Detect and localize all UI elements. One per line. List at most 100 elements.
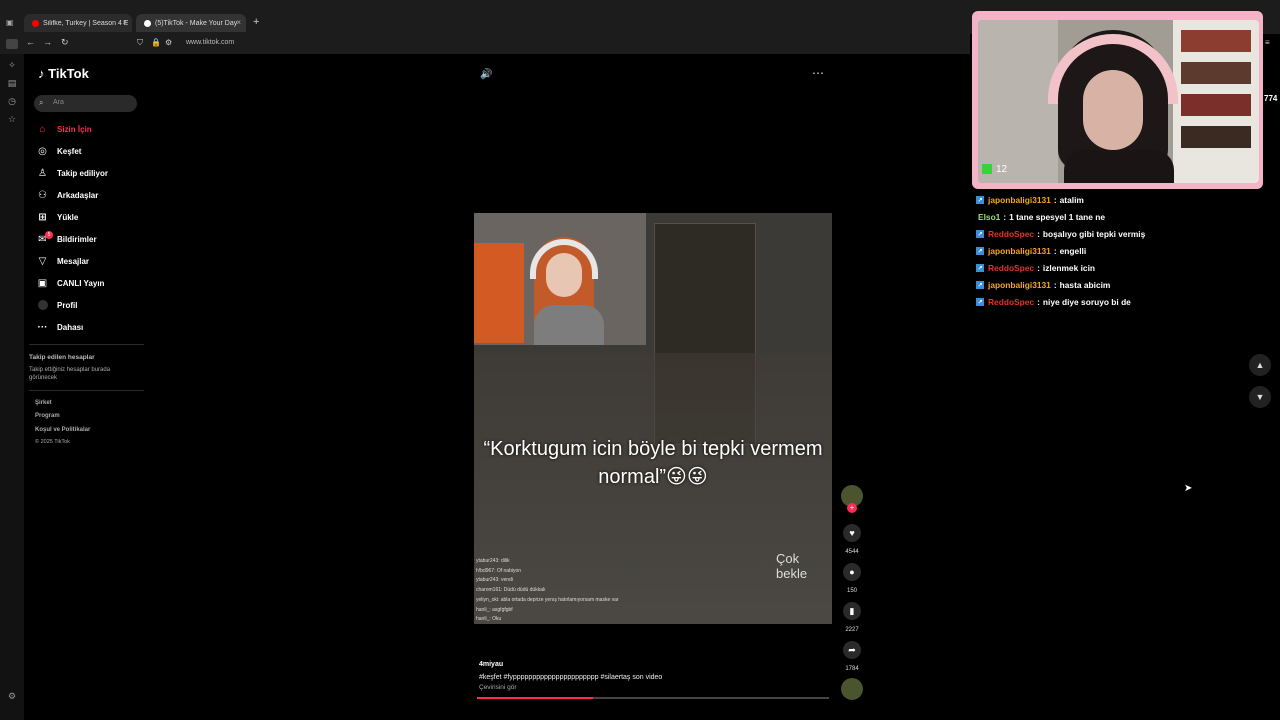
tabs-icon[interactable]: ▤ [6,77,18,89]
books [1181,126,1251,148]
side-number: 774 [1264,94,1278,103]
browser-side-rail [0,54,24,720]
comment-icon: ● [849,567,855,577]
nav-item-profile[interactable]: Profil [37,297,77,313]
translate-link[interactable]: Çevirisini gör [479,684,517,691]
nav-label: Yükle [57,212,79,222]
mouse-cursor: ➤ [1184,483,1193,494]
youtube-icon [32,19,39,27]
video-chat-overlay: ytabur243: dilik h!bd967: Of nabiyon yta… [476,557,619,624]
close-tab-icon[interactable]: × [122,18,127,27]
avatar-icon [37,300,48,311]
nav-item-live[interactable]: ▣ CANLI Yayın [37,275,105,291]
search-input[interactable] [34,95,137,112]
video-chat-line: charom161: Düdü düdü dükkalı [476,587,546,594]
lock-icon[interactable]: 🔒 [151,38,161,47]
chat-user: japonbaligi3131 [988,246,1051,256]
footer-link-program[interactable]: Program [35,413,60,419]
chat-text: izlenmek icin [1042,263,1096,273]
video-chat-line: hanli_: asgfgfgbf [476,606,513,613]
streamer-headset [1048,34,1178,104]
forward-icon[interactable]: → [43,37,52,47]
comment-button[interactable]: ● [843,563,861,581]
home-icon: ⌂ [39,123,46,135]
next-video-button[interactable]: ▼ [1249,386,1271,408]
logo-text: TikTok [48,66,89,81]
previous-video-button[interactable]: ▲ [1249,354,1271,376]
nav-item-friends[interactable]: ⚇ Arkadaşlar [37,187,98,203]
footer-link-terms[interactable]: Koşul ve Politikalar [35,427,90,433]
chevron-down-icon: ▼ [1255,392,1265,402]
close-tab-icon[interactable]: × [236,18,241,27]
following-icon: ♙ [38,167,47,179]
url-text[interactable]: www.tiktok.com [186,39,234,46]
menu-icon[interactable]: ≡ [1265,38,1270,47]
heart-icon: ♥ [849,528,855,538]
copyright: © 2025 TikTok [35,439,70,445]
permissions-icon[interactable]: ⚙ [165,38,172,47]
chat-user: japonbaligi3131 [988,195,1051,205]
video-caption: “Korktugum icin böyle bi tepki vermem no… [483,438,823,488]
chat-badge-icon: ↗ [976,247,984,255]
upload-icon: ⊞ [38,211,47,223]
gaming-chair [474,243,524,343]
search-icon: ⌕ [39,98,44,107]
like-button[interactable]: ♥ [843,524,861,542]
ai-icon[interactable]: ✧ [6,59,18,71]
followed-note: Takip ettiğiniz hesaplar burada görünece… [29,367,111,381]
follow-plus-icon[interactable]: + [847,503,857,513]
nav-label: Arkadaşlar [57,190,99,200]
divider [29,344,144,345]
music-disc-icon[interactable] [841,678,863,700]
bookmark-icon[interactable]: ☆ [6,113,18,125]
chat-badge-icon: ↗ [976,230,984,238]
nav-label: CANLI Yayın [57,278,105,288]
chat-user: Elso1 [978,212,1001,222]
chevron-up-icon: ▲ [1255,360,1265,370]
video-author[interactable]: 4miyau [479,661,503,668]
nav-item-messages[interactable]: ▽ Mesajlar [37,253,89,269]
nav-label: Profil [57,300,78,310]
more-options-icon[interactable]: ⋯ [812,66,824,80]
workspace-icon[interactable]: ▣ [6,18,14,27]
save-count: 2227 [845,627,859,633]
nav-item-following[interactable]: ♙ Takip ediliyor [37,165,108,181]
footer-link-company[interactable]: Şirket [35,400,52,406]
nav-item-upload[interactable]: ⊞ Yükle [37,209,78,225]
search-placeholder: Ara [53,99,64,106]
shield-icon[interactable]: ⛉ [137,38,143,48]
history-icon[interactable]: ◷ [6,95,18,107]
video-player[interactable]: “Korktugum icin böyle bi tepki vermem no… [474,213,832,624]
new-tab-icon[interactable]: + [253,16,259,28]
nav-item-for-you[interactable]: ⌂ Sizin İçin [37,121,91,137]
compass-icon: ◎ [38,145,47,157]
save-button[interactable]: ▮ [843,602,861,620]
share-button[interactable]: ➦ [843,641,861,659]
video-streamer-cam [474,213,646,345]
tab-tiktok[interactable]: (5)TikTok - Make Your Day × [136,14,246,32]
address-bar [0,34,970,54]
nav-item-explore[interactable]: ◎ Keşfet [37,143,81,159]
stream-badge: 12 [996,164,1008,175]
volume-icon[interactable]: 🔊 [480,69,492,80]
chat-badge-icon: ↗ [976,298,984,306]
reload-icon[interactable]: ↻ [61,37,69,48]
game-icon [982,164,992,174]
sidebar-toggle-icon[interactable] [6,39,18,49]
message-icon: ▽ [38,255,47,267]
tiktok-icon [144,19,151,27]
comment-count: 150 [846,588,857,594]
stream-cam: 12 [978,20,1259,183]
share-icon: ➦ [848,644,856,655]
bookshelf [1173,20,1259,183]
chat-message: ↗ ReddoSpec : boşalıyo gibi tepki vermiş [976,229,1146,239]
nav-item-more[interactable]: ··· Dahası [37,319,84,335]
settings-icon[interactable]: ⚙ [6,690,18,702]
streamer-shirt [534,305,604,345]
tab-youtube[interactable]: Silifke, Turkey | Season 4 Episode × [24,14,132,32]
video-description[interactable]: #keşfet #fypppppppppppppppppppppp #silae… [479,674,662,681]
back-icon[interactable]: ← [26,37,35,47]
tiktok-logo[interactable]: ♪ TikTok [38,66,89,81]
chat-message: ↗ ReddoSpec : izlenmek icin [976,263,1096,273]
divider [29,390,144,391]
